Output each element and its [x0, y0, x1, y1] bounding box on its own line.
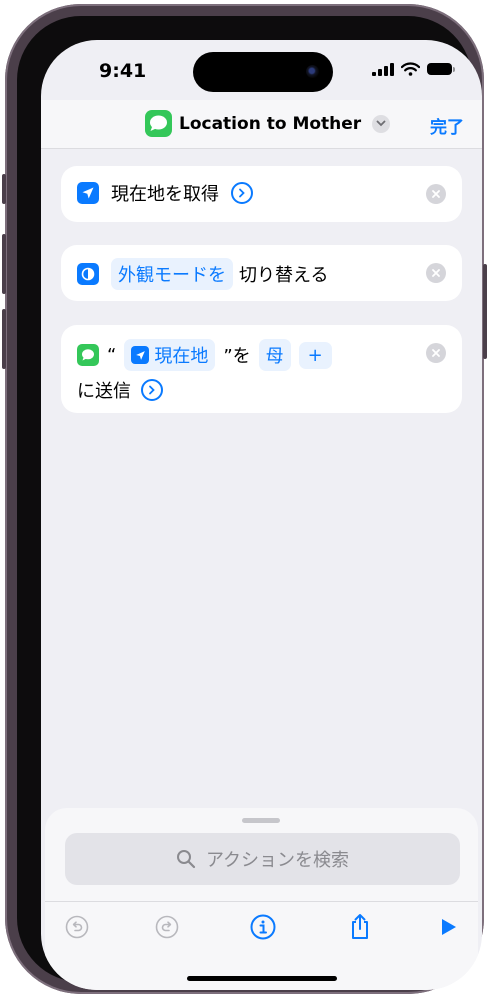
play-icon: [442, 919, 456, 935]
action-button: [2, 174, 6, 204]
shortcut-title: Location to Mother: [179, 113, 362, 134]
action-card-toggle-appearance[interactable]: 外観モードを 切り替える: [61, 245, 462, 301]
action-label: 切り替える: [239, 265, 329, 286]
editor-toolbar: [45, 901, 478, 952]
appearance-toggle-icon: [77, 263, 99, 285]
home-indicator[interactable]: [187, 976, 337, 981]
location-arrow-icon: [77, 182, 99, 204]
shortcut-title-menu[interactable]: Location to Mother: [145, 110, 391, 137]
battery-icon: [427, 63, 455, 75]
wifi-icon: [401, 62, 420, 76]
current-location-variable-token[interactable]: 現在地: [124, 339, 216, 371]
close-quote-particle: ”を: [223, 346, 251, 367]
volume-up-button: [2, 234, 6, 294]
info-button[interactable]: [250, 914, 276, 940]
status-icons: [372, 62, 455, 76]
search-icon: [176, 850, 196, 869]
action-search-sheet: アクションを検索: [45, 808, 478, 990]
action-label: に送信: [77, 381, 131, 402]
location-arrow-icon: [131, 346, 150, 364]
phone-frame: 9:41 Location to Mother 完了 現在地を取得 外観モードを…: [2, 4, 487, 994]
share-button[interactable]: [347, 914, 373, 940]
chevron-down-icon[interactable]: [372, 114, 391, 133]
action-search-field[interactable]: アクションを検索: [65, 833, 460, 885]
messages-icon: [145, 110, 172, 137]
screen: 9:41 Location to Mother 完了 現在地を取得 外観モードを…: [41, 40, 482, 990]
front-camera: [306, 65, 319, 78]
appearance-parameter-token[interactable]: 外観モードを: [111, 258, 233, 290]
search-placeholder: アクションを検索: [205, 850, 350, 871]
remove-action-button[interactable]: [426, 263, 446, 283]
recipient-token[interactable]: 母: [258, 339, 291, 371]
undo-icon: [65, 915, 89, 939]
action-card-send-message[interactable]: “ 現在地 ”を 母 + に送信: [61, 325, 462, 413]
action-label: 現在地を取得: [111, 184, 219, 205]
undo-button[interactable]: [64, 914, 90, 940]
nav-bar: Location to Mother 完了: [41, 100, 482, 149]
chevron-right-circle-icon[interactable]: [141, 379, 163, 401]
share-icon: [352, 914, 368, 939]
cellular-signal-icon: [372, 62, 394, 76]
remove-action-button[interactable]: [426, 184, 446, 204]
chevron-right-circle-icon[interactable]: [231, 182, 253, 204]
side-button: [483, 264, 487, 359]
redo-icon: [155, 915, 179, 939]
done-button[interactable]: 完了: [430, 113, 464, 138]
open-quote: “: [107, 344, 117, 366]
dynamic-island: [193, 52, 333, 92]
variable-label: 現在地: [154, 346, 209, 367]
redo-button[interactable]: [154, 914, 180, 940]
remove-action-button[interactable]: [426, 343, 446, 363]
messages-icon: [77, 344, 99, 366]
add-recipient-button[interactable]: +: [298, 341, 332, 369]
run-button[interactable]: [435, 914, 461, 940]
volume-down-button: [2, 309, 6, 369]
info-icon: [250, 914, 276, 940]
status-time: 9:41: [99, 60, 147, 82]
action-card-get-location[interactable]: 現在地を取得: [61, 166, 462, 222]
bezel: 9:41 Location to Mother 完了 現在地を取得 外観モードを…: [17, 16, 482, 990]
sheet-grabber[interactable]: [242, 818, 280, 823]
